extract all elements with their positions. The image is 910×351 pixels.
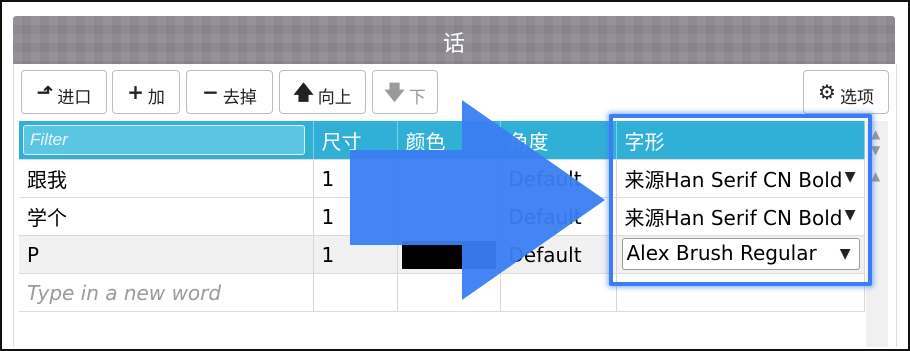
font-cell[interactable]: 来源Han Serif CN Bold ▼ [616, 197, 865, 236]
new-word-input[interactable]: Type in a new word [19, 273, 314, 312]
filter-input[interactable] [23, 125, 305, 155]
column-header-font[interactable]: 字形 [616, 121, 865, 160]
scroll-up-icon[interactable]: ▲ [871, 127, 880, 141]
font-value: 来源Han Serif CN Bold [624, 168, 843, 192]
word-cell[interactable]: 跟我 [19, 159, 314, 198]
filter-header-cell [19, 121, 314, 160]
new-word-row[interactable]: Type in a new word [19, 273, 865, 312]
move-up-button[interactable]: 🡅 向上 [279, 70, 366, 114]
remove-label: 去掉 [222, 87, 257, 108]
font-select[interactable]: Alex Brush Regular ▼ [621, 238, 860, 270]
minus-icon: − [202, 80, 219, 104]
window-title: 话 [442, 32, 465, 57]
arrow-up-icon: 🡅 [293, 80, 314, 104]
move-down-button[interactable]: 🡇 下 [372, 70, 438, 114]
options-label: 选项 [839, 87, 874, 108]
word-table: 尺寸 颜色 角度 字形 跟我 1 Default 来源Han Serif CN … [19, 121, 865, 312]
font-value: 来源Han Serif CN Bold [624, 206, 843, 230]
add-button[interactable]: + 加 [112, 70, 180, 114]
color-swatch[interactable] [401, 240, 496, 269]
scroll-up-icon[interactable]: ▲ [871, 169, 880, 183]
title-bar: 话 [13, 16, 895, 64]
arrow-down-icon: 🡇 [384, 80, 405, 104]
color-cell[interactable] [397, 235, 501, 274]
dropdown-arrow-icon[interactable]: ▼ [840, 246, 851, 262]
table-row[interactable]: 学个 1 Default 来源Han Serif CN Bold ▼ [19, 197, 865, 236]
color-cell[interactable] [397, 159, 501, 198]
dropdown-arrow-icon[interactable]: ▼ [845, 207, 856, 223]
scroll-down-icon[interactable]: ▼ [871, 143, 880, 157]
word-cell[interactable]: 学个 [19, 197, 314, 236]
add-label: 加 [147, 87, 165, 108]
table-header: 尺寸 颜色 角度 字形 [19, 121, 865, 160]
remove-button[interactable]: − 去掉 [186, 70, 273, 114]
table-row[interactable]: 跟我 1 Default 来源Han Serif CN Bold ▼ [19, 159, 865, 198]
import-button[interactable]: ⬏ 进口 [21, 70, 107, 114]
font-cell[interactable]: Alex Brush Regular ▼ [616, 235, 865, 274]
column-header-color[interactable]: 颜色 [397, 121, 501, 160]
options-button[interactable]: ⚙ 选项 [803, 70, 889, 114]
angle-cell[interactable]: Default [500, 197, 617, 236]
empty-cell [313, 273, 398, 312]
dropdown-arrow-icon[interactable]: ▼ [845, 169, 856, 185]
empty-cell [500, 273, 617, 312]
size-cell[interactable]: 1 [313, 235, 398, 274]
plus-icon: + [127, 80, 144, 104]
empty-cell [616, 273, 865, 312]
table-row[interactable]: P 1 Default Alex Brush Regular ▼ [19, 235, 865, 274]
angle-cell[interactable]: Default [500, 159, 617, 198]
import-icon: ⬏ [36, 80, 54, 104]
up-label: 向上 [317, 87, 352, 108]
empty-cell [397, 273, 501, 312]
color-cell[interactable] [397, 197, 501, 236]
vertical-scrollbar[interactable]: ▲ ▼ ▲ [866, 121, 888, 347]
down-label: 下 [408, 87, 426, 108]
font-select-value: Alex Brush Regular [626, 241, 817, 265]
word-cell[interactable]: P [19, 235, 314, 274]
size-cell[interactable]: 1 [313, 159, 398, 198]
font-cell[interactable]: 来源Han Serif CN Bold ▼ [616, 159, 865, 198]
angle-cell[interactable]: Default [500, 235, 617, 274]
size-cell[interactable]: 1 [313, 197, 398, 236]
import-label: 进口 [57, 87, 92, 108]
column-header-angle[interactable]: 角度 [500, 121, 617, 160]
gear-icon: ⚙ [818, 80, 836, 104]
column-header-size[interactable]: 尺寸 [313, 121, 398, 160]
